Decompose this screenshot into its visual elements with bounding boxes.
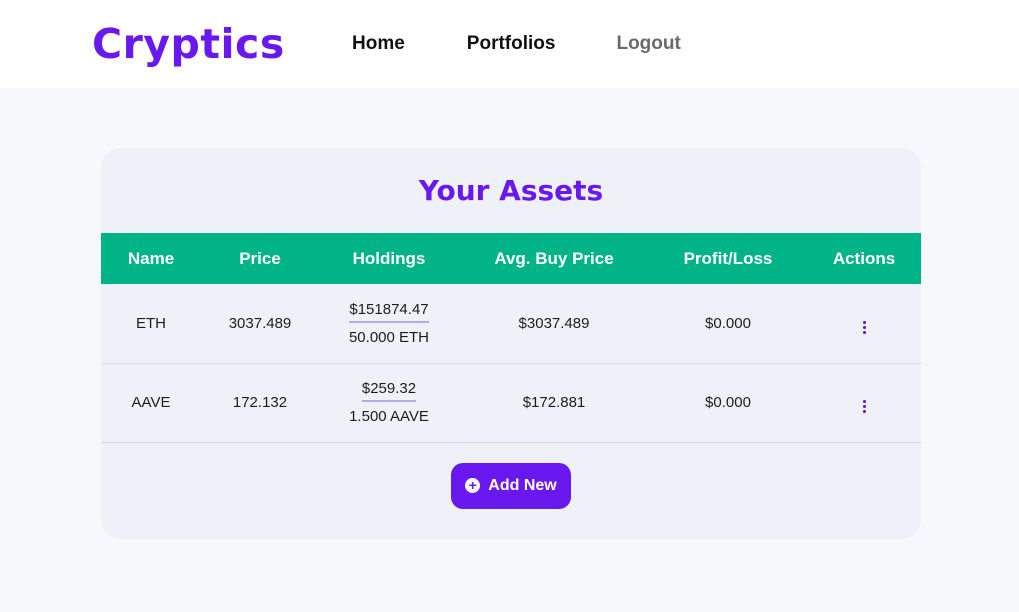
holdings-quantity: 50.000 ETH: [348, 328, 430, 346]
holdings-quantity: 1.500 AAVE: [349, 408, 429, 425]
add-new-button[interactable]: + Add New: [451, 462, 571, 509]
asset-profit-loss: $0.000: [705, 394, 751, 411]
nav-portfolios-link[interactable]: Portfolios: [467, 33, 556, 55]
app-logo[interactable]: Cryptics: [92, 20, 322, 68]
asset-name: ETH: [136, 314, 166, 332]
more-vertical-icon[interactable]: [855, 318, 873, 336]
plus-circle-icon: +: [465, 478, 481, 493]
column-header-name: Name: [127, 248, 175, 268]
asset-price: 3037.489: [228, 314, 292, 332]
asset-profit-loss: $0.000: [705, 314, 751, 332]
asset-price: 172.132: [232, 394, 288, 411]
table-header-row: Name Price Holdings Avg. Buy Price Profi…: [101, 233, 921, 284]
column-header-profit-loss: Profit/Loss: [683, 248, 773, 268]
add-button-container: + Add New: [101, 462, 921, 509]
asset-holdings: $151874.47 50.000 ETH: [319, 284, 459, 363]
main-nav: Home Portfolios Logout: [352, 33, 681, 55]
nav-home-link[interactable]: Home: [352, 33, 405, 55]
column-header-price: Price: [239, 248, 281, 268]
holdings-usd: $259.32: [361, 380, 417, 402]
column-header-holdings: Holdings: [352, 248, 426, 268]
asset-holdings: $259.32 1.500 AAVE: [319, 363, 459, 442]
asset-avg-buy-price: $172.881: [522, 394, 586, 411]
nav-logout-link[interactable]: Logout: [616, 33, 680, 55]
asset-actions: [807, 284, 921, 363]
assets-title: Your Assets: [418, 174, 604, 207]
add-new-label: Add New: [488, 476, 557, 494]
holdings-usd: $151874.47: [349, 301, 429, 323]
more-vertical-icon[interactable]: [855, 397, 873, 415]
column-header-avg-buy-price: Avg. Buy Price: [494, 248, 614, 268]
table-row: ETH 3037.489 $151874.47 50.000 ETH $3037…: [101, 284, 921, 363]
assets-card: Your Assets Name Price Holdings Avg. Buy…: [101, 148, 921, 539]
column-header-actions: Actions: [832, 248, 896, 268]
asset-avg-buy-price: $3037.489: [518, 314, 590, 332]
asset-actions: [807, 363, 921, 442]
asset-name: AAVE: [131, 394, 171, 411]
top-navbar: Cryptics Home Portfolios Logout: [0, 0, 1019, 88]
assets-table: Name Price Holdings Avg. Buy Price Profi…: [101, 233, 921, 443]
table-row: AAVE 172.132 $259.32 1.500 AAVE $172.881…: [101, 363, 921, 442]
